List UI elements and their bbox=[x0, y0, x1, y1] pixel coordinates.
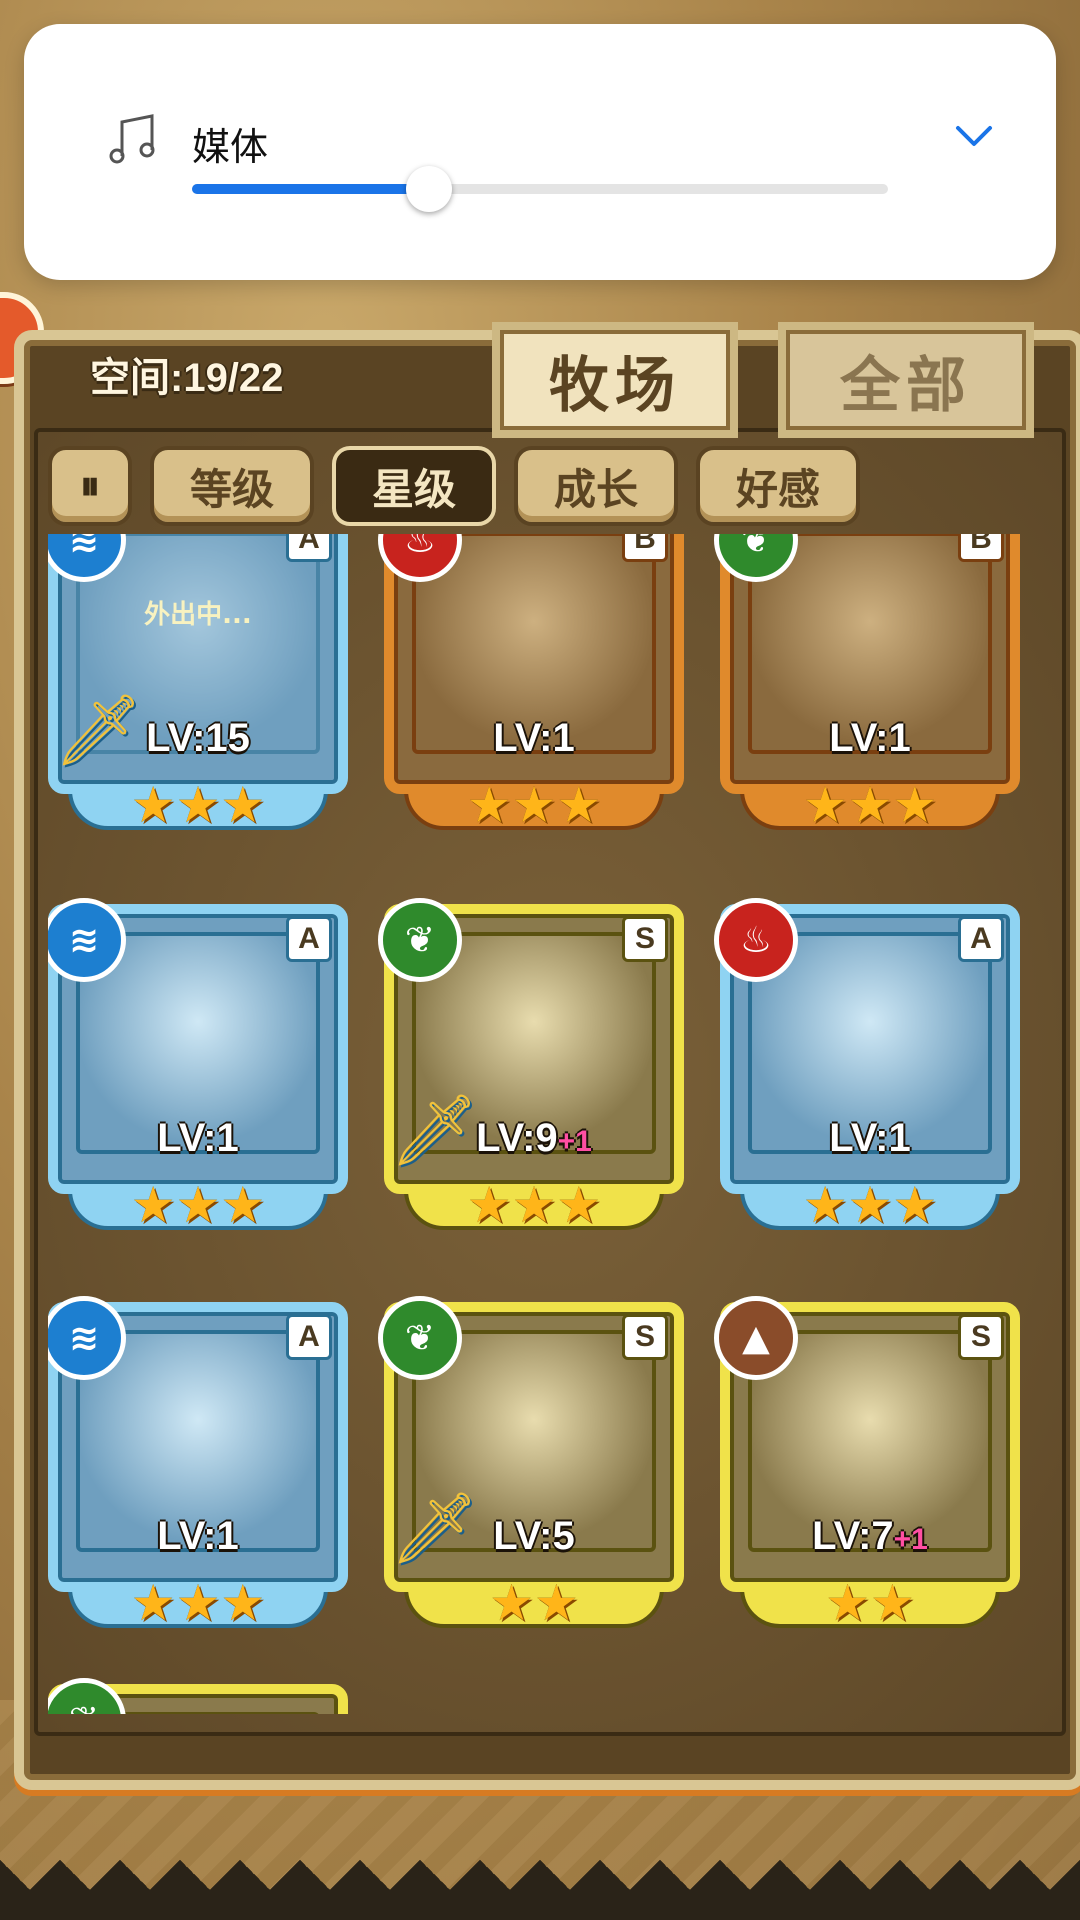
star-rating: ★★★ bbox=[802, 1176, 938, 1234]
level-label: LV:5 bbox=[384, 1514, 684, 1559]
star-rating: ★★★ bbox=[466, 776, 602, 834]
element-glyph: ▲ bbox=[742, 1317, 770, 1359]
sort-order-toggle-button[interactable]: ⏸ bbox=[48, 446, 132, 526]
star-rating: ★★★ bbox=[130, 776, 266, 834]
level-label: LV:7+1 bbox=[720, 1514, 1020, 1559]
level-text: LV:1 bbox=[157, 1514, 239, 1558]
level-label: LV:1 bbox=[720, 1116, 1020, 1161]
rank-badge: B bbox=[622, 534, 668, 562]
tab-all[interactable]: 全部 bbox=[778, 322, 1034, 438]
element-glyph: ❦ bbox=[69, 1700, 99, 1715]
level-text: LV:1 bbox=[493, 716, 575, 760]
element-wood-icon: ❦ bbox=[378, 1296, 462, 1380]
level-text: LV:9 bbox=[476, 1116, 558, 1160]
character-card[interactable]: ▲ S LV:7+1 ★★ bbox=[714, 1296, 1020, 1632]
level-text: LV:5 bbox=[493, 1514, 575, 1558]
character-card[interactable]: ≋A外出中...🗡LV:15★★★ bbox=[48, 534, 348, 834]
character-card[interactable]: ≋ A LV:1 ★★★ bbox=[48, 1296, 348, 1632]
level-label: LV:1 bbox=[48, 1116, 348, 1161]
element-glyph: ≋ bbox=[68, 1317, 100, 1359]
element-glyph: ≋ bbox=[68, 919, 100, 961]
element-glyph: ≋ bbox=[68, 534, 100, 561]
level-label: LV:1 bbox=[720, 716, 1020, 761]
element-wood-icon: ❦ bbox=[378, 898, 462, 982]
chevron-down-icon[interactable] bbox=[952, 114, 996, 158]
outing-status: 外出中... bbox=[144, 600, 252, 630]
level-text: LV:7 bbox=[812, 1514, 894, 1558]
character-card[interactable]: ❦S🗡LV:9+1★★★ bbox=[378, 898, 684, 1234]
rank-badge: B bbox=[958, 534, 1004, 562]
character-card[interactable]: ❦ bbox=[48, 1678, 348, 1715]
rank-badge: A bbox=[286, 916, 332, 962]
volume-slider-fill bbox=[192, 184, 429, 194]
level-text: LV:1 bbox=[157, 1116, 239, 1160]
character-card-grid: ≋A外出中...🗡LV:15★★★♨BLV:1★★★❦BLV:1★★★≋ALV:… bbox=[48, 534, 1036, 1714]
level-label: LV:9+1 bbox=[384, 1116, 684, 1161]
storage-space-label: 空间:19/22 bbox=[90, 356, 284, 400]
character-card[interactable]: ≋ A LV:1 ★★★ bbox=[48, 898, 348, 1234]
rank-badge: S bbox=[622, 1314, 668, 1360]
music-note-icon bbox=[109, 114, 155, 164]
level-label: LV:1 bbox=[384, 716, 684, 761]
bottom-zigzag-border bbox=[0, 1860, 1080, 1920]
star-rating: ★★★ bbox=[466, 1176, 602, 1234]
sort-bar: ⏸ 等级 星级 成长 好感 bbox=[48, 446, 860, 526]
level-label: LV:15 bbox=[48, 716, 348, 761]
star-rating: ★★★ bbox=[130, 1574, 266, 1632]
element-glyph: ♨ bbox=[403, 534, 437, 561]
level-bonus: +1 bbox=[893, 1523, 928, 1556]
element-glyph: ♨ bbox=[739, 919, 773, 961]
sort-by-growth-button[interactable]: 成长 bbox=[514, 446, 678, 526]
level-text: LV:1 bbox=[829, 1116, 911, 1160]
level-bonus: +1 bbox=[557, 1125, 592, 1158]
rank-badge: S bbox=[958, 1314, 1004, 1360]
sort-by-star-button[interactable]: 星级 bbox=[332, 446, 496, 526]
character-card[interactable]: ❦ B LV:1 ★★★ bbox=[714, 534, 1020, 834]
rank-badge: A bbox=[286, 534, 332, 562]
volume-slider-thumb[interactable] bbox=[405, 166, 452, 212]
element-glyph: ❦ bbox=[404, 1317, 436, 1359]
character-card[interactable]: ♨ B LV:1 ★★★ bbox=[378, 534, 684, 834]
sort-by-affection-button[interactable]: 好感 bbox=[696, 446, 860, 526]
level-label: LV:1 bbox=[48, 1514, 348, 1559]
rank-badge: A bbox=[958, 916, 1004, 962]
element-glyph: ❦ bbox=[740, 534, 772, 561]
element-fire-icon: ♨ bbox=[714, 898, 798, 982]
character-card[interactable]: ❦S🗡LV:5★★ bbox=[378, 1296, 684, 1632]
volume-popup: 媒体 bbox=[24, 24, 1056, 280]
level-text: LV:1 bbox=[829, 716, 911, 760]
sort-by-level-button[interactable]: 等级 bbox=[150, 446, 314, 526]
tab-ranch[interactable]: 牧场 bbox=[492, 322, 738, 438]
star-rating: ★★ bbox=[489, 1574, 579, 1632]
rank-badge: A bbox=[286, 1314, 332, 1360]
volume-stream-label: 媒体 bbox=[192, 125, 269, 169]
star-rating: ★★ bbox=[825, 1574, 915, 1632]
level-text: LV:15 bbox=[146, 716, 250, 760]
star-rating: ★★★ bbox=[802, 776, 938, 834]
volume-slider[interactable] bbox=[192, 166, 888, 212]
element-earth-icon: ▲ bbox=[714, 1296, 798, 1380]
rank-badge: S bbox=[622, 916, 668, 962]
element-glyph: ❦ bbox=[404, 919, 436, 961]
star-rating: ★★★ bbox=[130, 1176, 266, 1234]
character-card[interactable]: ♨ A LV:1 ★★★ bbox=[714, 898, 1020, 1234]
